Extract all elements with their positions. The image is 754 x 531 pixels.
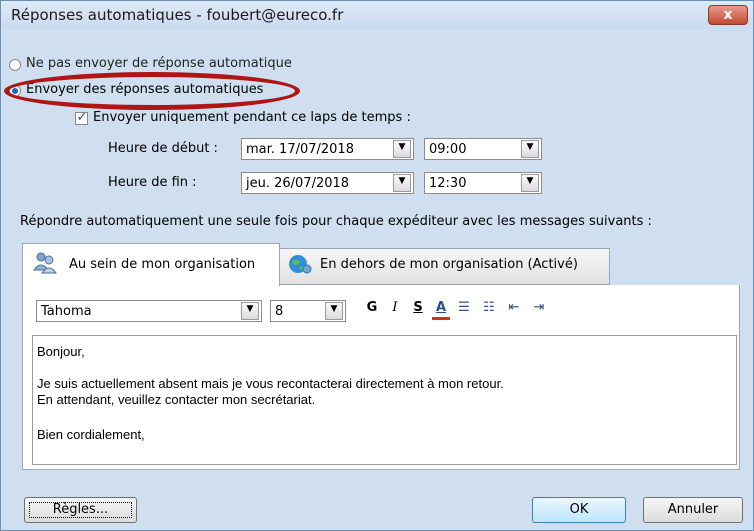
increase-indent-icon[interactable]: ⇥ bbox=[530, 300, 548, 318]
tab-inside-organization[interactable]: Au sein de mon organisation bbox=[22, 243, 280, 286]
globe-people-icon bbox=[289, 255, 312, 274]
window-title: Réponses automatiques - foubert@eureco.f… bbox=[11, 6, 344, 24]
message-line: Bien cordialement, bbox=[37, 427, 145, 442]
end-time-dropdown-button[interactable]: ▼ bbox=[521, 174, 539, 192]
end-time-value: 12:30 bbox=[429, 176, 467, 191]
chevron-down-icon: ▼ bbox=[246, 304, 254, 314]
font-color-letter: A bbox=[435, 300, 447, 315]
end-date-dropdown-button[interactable]: ▼ bbox=[393, 174, 411, 192]
bullet-list-icon[interactable]: ☰ bbox=[455, 300, 473, 318]
focus-indicator bbox=[29, 502, 132, 518]
time-range-checkbox-box[interactable]: ✓ bbox=[75, 110, 88, 125]
checkmark-icon: ✓ bbox=[76, 110, 88, 125]
bold-button[interactable]: G bbox=[363, 300, 381, 318]
italic-button[interactable]: I bbox=[386, 300, 404, 318]
font-name-combo[interactable]: Tahoma ▼ bbox=[36, 300, 262, 322]
ok-button[interactable]: OK bbox=[532, 497, 626, 523]
tab-inside-organization-label: Au sein de mon organisation bbox=[69, 257, 256, 272]
time-range-checkbox-label: Envoyer uniquement pendant ce laps de te… bbox=[93, 110, 411, 125]
font-name-value: Tahoma bbox=[41, 304, 92, 319]
tab-outside-organization[interactable]: En dehors de mon organisation (Activé) bbox=[279, 248, 610, 285]
title-bar: Réponses automatiques - foubert@eureco.f… bbox=[1, 1, 753, 29]
radio-off-indicator[interactable] bbox=[9, 59, 21, 71]
start-label: Heure de début : bbox=[108, 141, 218, 156]
message-line: Bonjour, bbox=[37, 344, 85, 359]
font-color-button[interactable]: A bbox=[432, 300, 450, 320]
start-date-combo[interactable]: mar. 17/07/2018 ▼ bbox=[241, 138, 414, 160]
start-date-value: mar. 17/07/2018 bbox=[246, 142, 354, 157]
close-button[interactable]: x bbox=[708, 5, 748, 25]
ok-button-label: OK bbox=[569, 502, 589, 517]
message-editor[interactable]: Bonjour, Je suis actuellement absent mai… bbox=[32, 335, 737, 465]
decrease-indent-icon[interactable]: ⇤ bbox=[505, 300, 523, 318]
rules-button[interactable]: Règles... bbox=[24, 497, 137, 523]
numbered-list-icon[interactable]: ☷ bbox=[480, 300, 498, 318]
start-date-dropdown-button[interactable]: ▼ bbox=[393, 140, 411, 158]
chevron-down-icon: ▼ bbox=[398, 142, 406, 152]
font-color-swatch bbox=[432, 317, 450, 320]
chevron-down-icon: ▼ bbox=[398, 176, 406, 186]
end-date-combo[interactable]: jeu. 26/07/2018 ▼ bbox=[241, 172, 414, 194]
chevron-down-icon: ▼ bbox=[526, 142, 534, 152]
radio-off-label: Ne pas envoyer de réponse automatique bbox=[26, 56, 292, 71]
end-date-value: jeu. 26/07/2018 bbox=[246, 176, 350, 191]
highlight-annotation-ellipse bbox=[4, 72, 300, 110]
end-label: Heure de fin : bbox=[108, 175, 197, 190]
close-icon: x bbox=[723, 7, 733, 23]
start-time-combo[interactable]: 09:00 ▼ bbox=[424, 138, 542, 160]
font-size-value: 8 bbox=[275, 304, 284, 319]
cancel-button[interactable]: Annuler bbox=[643, 497, 743, 523]
start-time-dropdown-button[interactable]: ▼ bbox=[521, 140, 539, 158]
end-time-combo[interactable]: 12:30 ▼ bbox=[424, 172, 542, 194]
people-icon bbox=[33, 252, 57, 274]
font-name-dropdown-button[interactable]: ▼ bbox=[241, 302, 259, 320]
chevron-down-icon: ▼ bbox=[330, 304, 338, 314]
chevron-down-icon: ▼ bbox=[526, 176, 534, 186]
start-time-value: 09:00 bbox=[429, 142, 467, 157]
message-line: En attendant, veuillez contacter mon sec… bbox=[37, 392, 316, 407]
message-line: Je suis actuellement absent mais je vous… bbox=[37, 376, 504, 391]
tab-outside-organization-label: En dehors de mon organisation (Activé) bbox=[320, 257, 578, 272]
instructions-text: Répondre automatiquement une seule fois … bbox=[20, 214, 652, 229]
font-size-combo[interactable]: 8 ▼ bbox=[270, 300, 346, 322]
underline-button[interactable]: S bbox=[409, 300, 427, 318]
font-size-dropdown-button[interactable]: ▼ bbox=[325, 302, 343, 320]
cancel-button-label: Annuler bbox=[667, 502, 719, 517]
